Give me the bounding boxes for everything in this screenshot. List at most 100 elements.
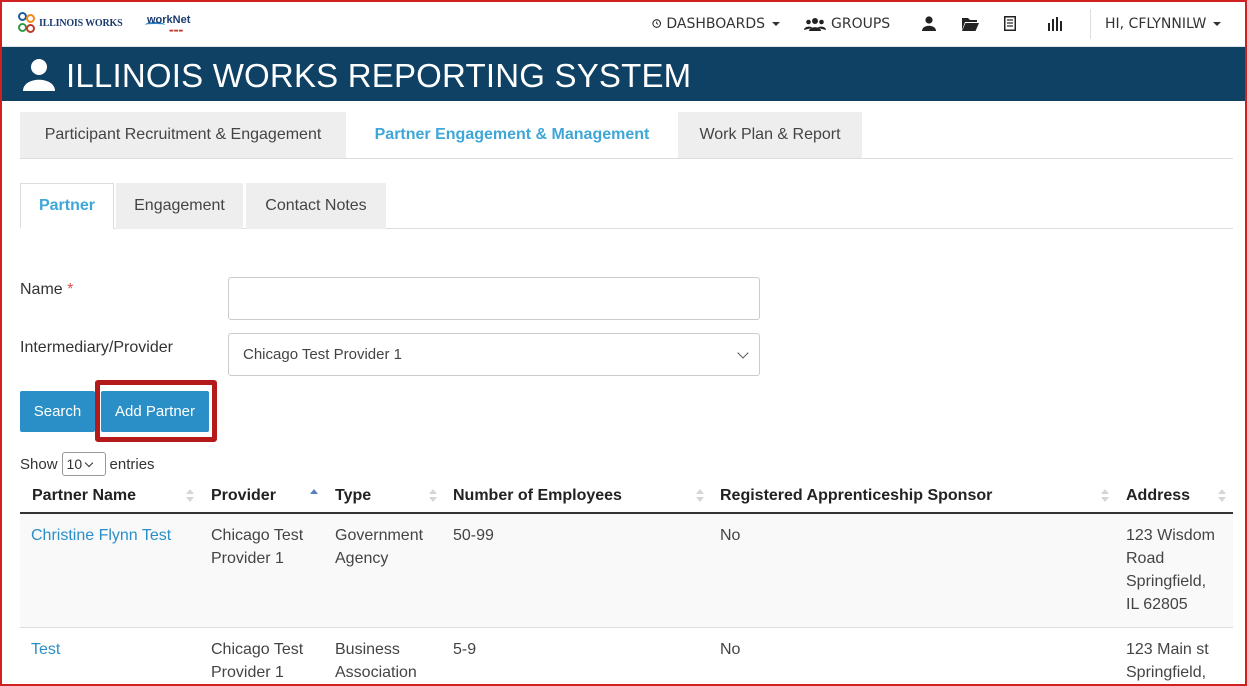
cell-line: Chicago Test <box>211 641 304 658</box>
user-icon <box>23 59 55 91</box>
column-header-employees[interactable]: Number of Employees <box>453 478 622 514</box>
page-title: ILLINOIS WORKS REPORTING SYSTEM <box>66 57 692 94</box>
column-header-label: Partner Name <box>32 487 137 504</box>
clock-icon <box>652 19 662 28</box>
tab-work-plan-report[interactable]: Work Plan & Report <box>678 112 862 158</box>
column-header-provider[interactable]: Provider <box>211 478 276 514</box>
sort-icon <box>429 489 437 503</box>
cell-line: Springfield, <box>1126 573 1207 590</box>
illinois-works-logo-text: ILLINOIS WORKS <box>39 17 123 29</box>
cell-line: Government <box>335 527 424 544</box>
employees-cell: 5-9 <box>453 641 477 658</box>
sort-ascending-icon <box>310 489 318 503</box>
search-button[interactable]: Search <box>20 391 95 432</box>
reports-button[interactable] <box>992 0 1036 47</box>
tab-label: Participant Recruitment & Engagement <box>44 126 322 143</box>
tab-label: Partner <box>38 197 96 214</box>
type-cell: Government Agency <box>335 524 423 570</box>
bar-chart-icon <box>1048 16 1062 31</box>
cell-line: Springfield, <box>1126 664 1207 681</box>
cell-line: Business <box>335 641 400 658</box>
groups-icon <box>804 17 826 31</box>
nav-divider <box>1090 8 1091 39</box>
chevron-down-icon <box>737 347 749 359</box>
sort-icon <box>1218 489 1226 503</box>
document-icon <box>1004 16 1016 31</box>
provider-cell: Chicago Test Provider 1 <box>211 638 303 684</box>
column-header-label: Registered Apprenticeship Sponsor <box>720 487 993 504</box>
partner-name-link[interactable]: Test <box>31 638 60 661</box>
worknet-logo-text: workNet <box>147 14 191 26</box>
user-menu[interactable]: HI, CFLYNNILW <box>1095 0 1247 47</box>
tab-engagement[interactable]: Engagement <box>116 183 243 229</box>
provider-cell: Chicago Test Provider 1 <box>211 524 303 570</box>
name-label-text: Name <box>20 281 63 298</box>
partner-name-link[interactable]: Christine Flynn Test <box>31 524 171 547</box>
top-nav-menu: DASHBOARDS GROUPS HI, CFLYNNILW <box>640 0 1247 47</box>
cell-line: Road <box>1126 550 1165 567</box>
tab-partner[interactable]: Partner <box>20 183 114 229</box>
cell-line: Provider 1 <box>211 664 284 681</box>
sub-tabs: Partner Engagement Contact Notes <box>20 183 1233 229</box>
user-icon <box>922 16 936 31</box>
files-button[interactable] <box>950 0 992 47</box>
dashboards-menu[interactable]: DASHBOARDS <box>640 0 792 47</box>
column-header-address[interactable]: Address <box>1126 478 1190 514</box>
cell-line: Chicago Test <box>211 527 304 544</box>
column-header-type[interactable]: Type <box>335 478 371 514</box>
tab-label: Partner Engagement & Management <box>374 126 650 143</box>
chevron-down-icon <box>84 458 94 467</box>
table-row: Christine Flynn Test Chicago Test Provid… <box>20 514 1233 628</box>
employees-cell: 50-99 <box>453 527 494 544</box>
illinois-works-logo[interactable]: ILLINOIS WORKS <box>18 10 123 36</box>
address-cell: 123 Wisdom Road Springfield, IL 62805 <box>1126 524 1215 616</box>
tab-label: Contact Notes <box>265 197 367 214</box>
sort-icon <box>186 489 194 503</box>
tab-label: Engagement <box>134 197 225 214</box>
type-cell: Business Association <box>335 638 417 684</box>
cell-line: 123 Main st <box>1126 641 1209 658</box>
page-banner: ILLINOIS WORKS REPORTING SYSTEM <box>0 47 1247 101</box>
column-header-label: Type <box>335 487 372 504</box>
analytics-button[interactable] <box>1036 0 1086 47</box>
cell-line: Association <box>335 664 417 681</box>
name-input[interactable] <box>228 277 760 320</box>
required-indicator: * <box>67 281 74 298</box>
worknet-logo[interactable]: workNet ▬▬▬ <box>145 12 223 36</box>
chevron-down-icon <box>1213 21 1222 26</box>
sort-icon <box>1101 489 1109 503</box>
profile-button[interactable] <box>910 0 950 47</box>
table-row: Test Chicago Test Provider 1 Business As… <box>20 628 1233 686</box>
table-header: Partner Name Provider Type Number of Emp… <box>20 478 1233 514</box>
entries-label: entries <box>109 455 155 473</box>
tab-contact-notes[interactable]: Contact Notes <box>246 183 386 229</box>
groups-menu[interactable]: GROUPS <box>792 0 910 47</box>
cell-line: IL 62805 <box>1126 596 1188 613</box>
column-header-label: Number of Employees <box>453 487 622 504</box>
column-header-apprenticeship[interactable]: Registered Apprenticeship Sponsor <box>720 478 992 514</box>
tab-participant-recruitment[interactable]: Participant Recruitment & Engagement <box>20 112 346 158</box>
name-label: Name * <box>20 281 73 299</box>
main-tabs: Participant Recruitment & Engagement Par… <box>20 112 1233 159</box>
address-cell: 123 Main st Springfield, <box>1126 638 1209 684</box>
dashboards-label: DASHBOARDS <box>666 15 765 32</box>
provider-label: Intermediary/Provider <box>20 339 173 356</box>
entries-length-value: 10 <box>66 456 83 472</box>
cell-line: 123 Wisdom <box>1126 527 1215 544</box>
tab-label: Work Plan & Report <box>699 126 841 143</box>
provider-select[interactable]: Chicago Test Provider 1 <box>228 333 760 376</box>
entries-length-control: Show 10 entries <box>20 452 155 476</box>
column-header-partner-name[interactable]: Partner Name <box>32 478 136 514</box>
chevron-down-icon <box>772 21 780 26</box>
user-greeting: HI, CFLYNNILW <box>1105 15 1207 32</box>
tab-partner-engagement[interactable]: Partner Engagement & Management <box>348 112 676 158</box>
top-navbar: ILLINOIS WORKS workNet ▬▬▬ DASHBOARDS GR <box>0 0 1247 47</box>
sort-icon <box>696 489 704 503</box>
callout-highlight-box <box>95 380 217 442</box>
column-header-label: Provider <box>211 487 276 504</box>
folder-icon <box>962 17 979 31</box>
cell-line: Provider 1 <box>211 550 284 567</box>
apprenticeship-cell: No <box>720 527 741 544</box>
column-header-label: Address <box>1126 487 1191 504</box>
entries-length-select[interactable]: 10 <box>61 452 106 476</box>
